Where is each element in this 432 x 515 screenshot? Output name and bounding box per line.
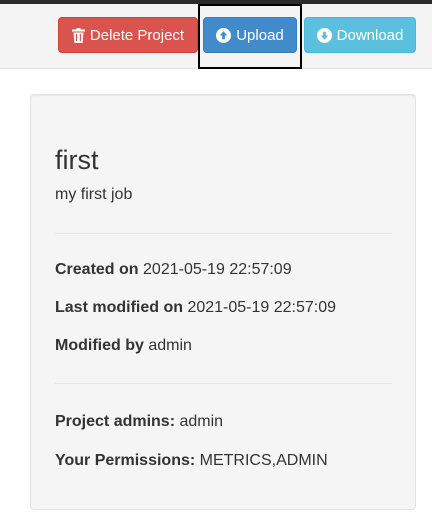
divider — [55, 233, 392, 234]
download-button[interactable]: Download — [304, 17, 416, 53]
permissions-row: Your Permissions: METRICS,ADMIN — [55, 452, 328, 470]
project-admins-value: admin — [179, 413, 224, 430]
upload-button[interactable]: Upload — [203, 17, 297, 53]
modified-by-label: Modified by — [55, 337, 144, 354]
modified-by-value: admin — [148, 337, 192, 354]
last-modified-value: 2021-05-19 22:57:09 — [187, 299, 337, 316]
project-title: first — [55, 145, 99, 175]
upload-label: Upload — [236, 26, 284, 44]
project-admins-row: Project admins: admin — [55, 413, 223, 431]
circle-arrow-down-icon — [316, 27, 332, 43]
modified-by-row: Modified by admin — [55, 337, 192, 355]
last-modified-label: Last modified on — [55, 299, 183, 316]
project-admins-label: Project admins: — [55, 413, 176, 430]
delete-project-button[interactable]: Delete Project — [58, 17, 198, 53]
created-on-label: Created on — [55, 261, 139, 278]
created-on-value: 2021-05-19 22:57:09 — [143, 261, 292, 278]
permissions-label: Your Permissions: — [55, 452, 196, 469]
project-description: my first job — [55, 186, 133, 203]
divider — [55, 383, 392, 384]
download-label: Download — [336, 26, 404, 44]
trash-icon — [71, 27, 85, 43]
permissions-value: METRICS,ADMIN — [199, 452, 328, 469]
created-on-row: Created on 2021-05-19 22:57:09 — [55, 261, 292, 279]
delete-project-label: Delete Project — [89, 26, 185, 44]
circle-arrow-up-icon — [216, 27, 232, 43]
last-modified-row: Last modified on 2021-05-19 22:57:09 — [55, 299, 336, 317]
project-toolbar: Delete Project Upload Download — [0, 4, 432, 69]
project-info-panel: first my first job Created on 2021-05-19… — [30, 94, 416, 510]
